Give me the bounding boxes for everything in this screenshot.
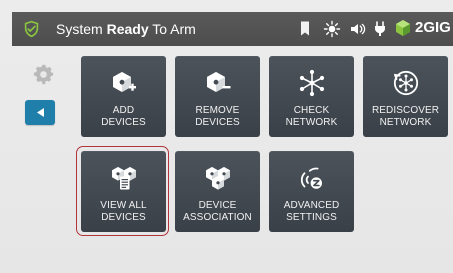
- brand-cube-icon: [396, 20, 410, 36]
- gear-icon[interactable]: [32, 63, 55, 86]
- brand-name: 2GIG: [415, 19, 451, 36]
- back-button[interactable]: [25, 100, 55, 125]
- check-network-icon: [299, 69, 324, 97]
- advanced-settings-button[interactable]: ADVANCED SETTINGS: [269, 151, 354, 232]
- remove-devices-icon: [206, 72, 230, 92]
- view-all-devices-button[interactable]: VIEW ALL DEVICES: [81, 151, 166, 232]
- brand-logo: 2GIG: [392, 17, 453, 41]
- bookmark-icon[interactable]: [299, 20, 311, 38]
- volume-icon[interactable]: [349, 20, 367, 38]
- view-all-devices-icon: [111, 167, 136, 190]
- device-association-label: DEVICE ASSOCIATION: [183, 200, 252, 223]
- left-rail: [25, 59, 55, 129]
- device-association-icon: [205, 167, 230, 190]
- rediscover-network-button[interactable]: REDISCOVER NETWORK: [363, 56, 448, 137]
- brightness-icon[interactable]: [323, 20, 341, 38]
- remove-devices-label: REMOVE DEVICES: [195, 105, 240, 128]
- remove-devices-button[interactable]: REMOVE DEVICES: [175, 56, 260, 137]
- device-association-button[interactable]: DEVICE ASSOCIATION: [175, 151, 260, 232]
- add-devices-button[interactable]: ADD DEVICES: [81, 56, 166, 137]
- rediscover-network-icon: [393, 70, 418, 96]
- status-suffix: To Arm: [152, 21, 196, 37]
- add-devices-label: ADD DEVICES: [101, 105, 146, 128]
- view-all-devices-label: VIEW ALL DEVICES: [100, 200, 147, 223]
- check-network-label: CHECK NETWORK: [285, 105, 338, 128]
- system-status: System Ready To Arm: [56, 21, 196, 37]
- device-management-screen: System Ready To Arm 2GIG ADD DEVICES REM…: [0, 0, 453, 273]
- status-prefix: System: [56, 21, 103, 37]
- advanced-settings-icon: [300, 167, 322, 189]
- shield-check-icon: [24, 20, 39, 38]
- plug-icon[interactable]: [373, 20, 387, 38]
- status-bar: System Ready To Arm 2GIG: [12, 12, 453, 46]
- back-arrow-icon: [37, 108, 44, 117]
- add-devices-icon: [112, 72, 136, 92]
- status-ready: Ready: [106, 21, 149, 37]
- check-network-button[interactable]: CHECK NETWORK: [269, 56, 354, 137]
- rediscover-network-label: REDISCOVER NETWORK: [371, 105, 440, 128]
- advanced-settings-label: ADVANCED SETTINGS: [283, 200, 340, 223]
